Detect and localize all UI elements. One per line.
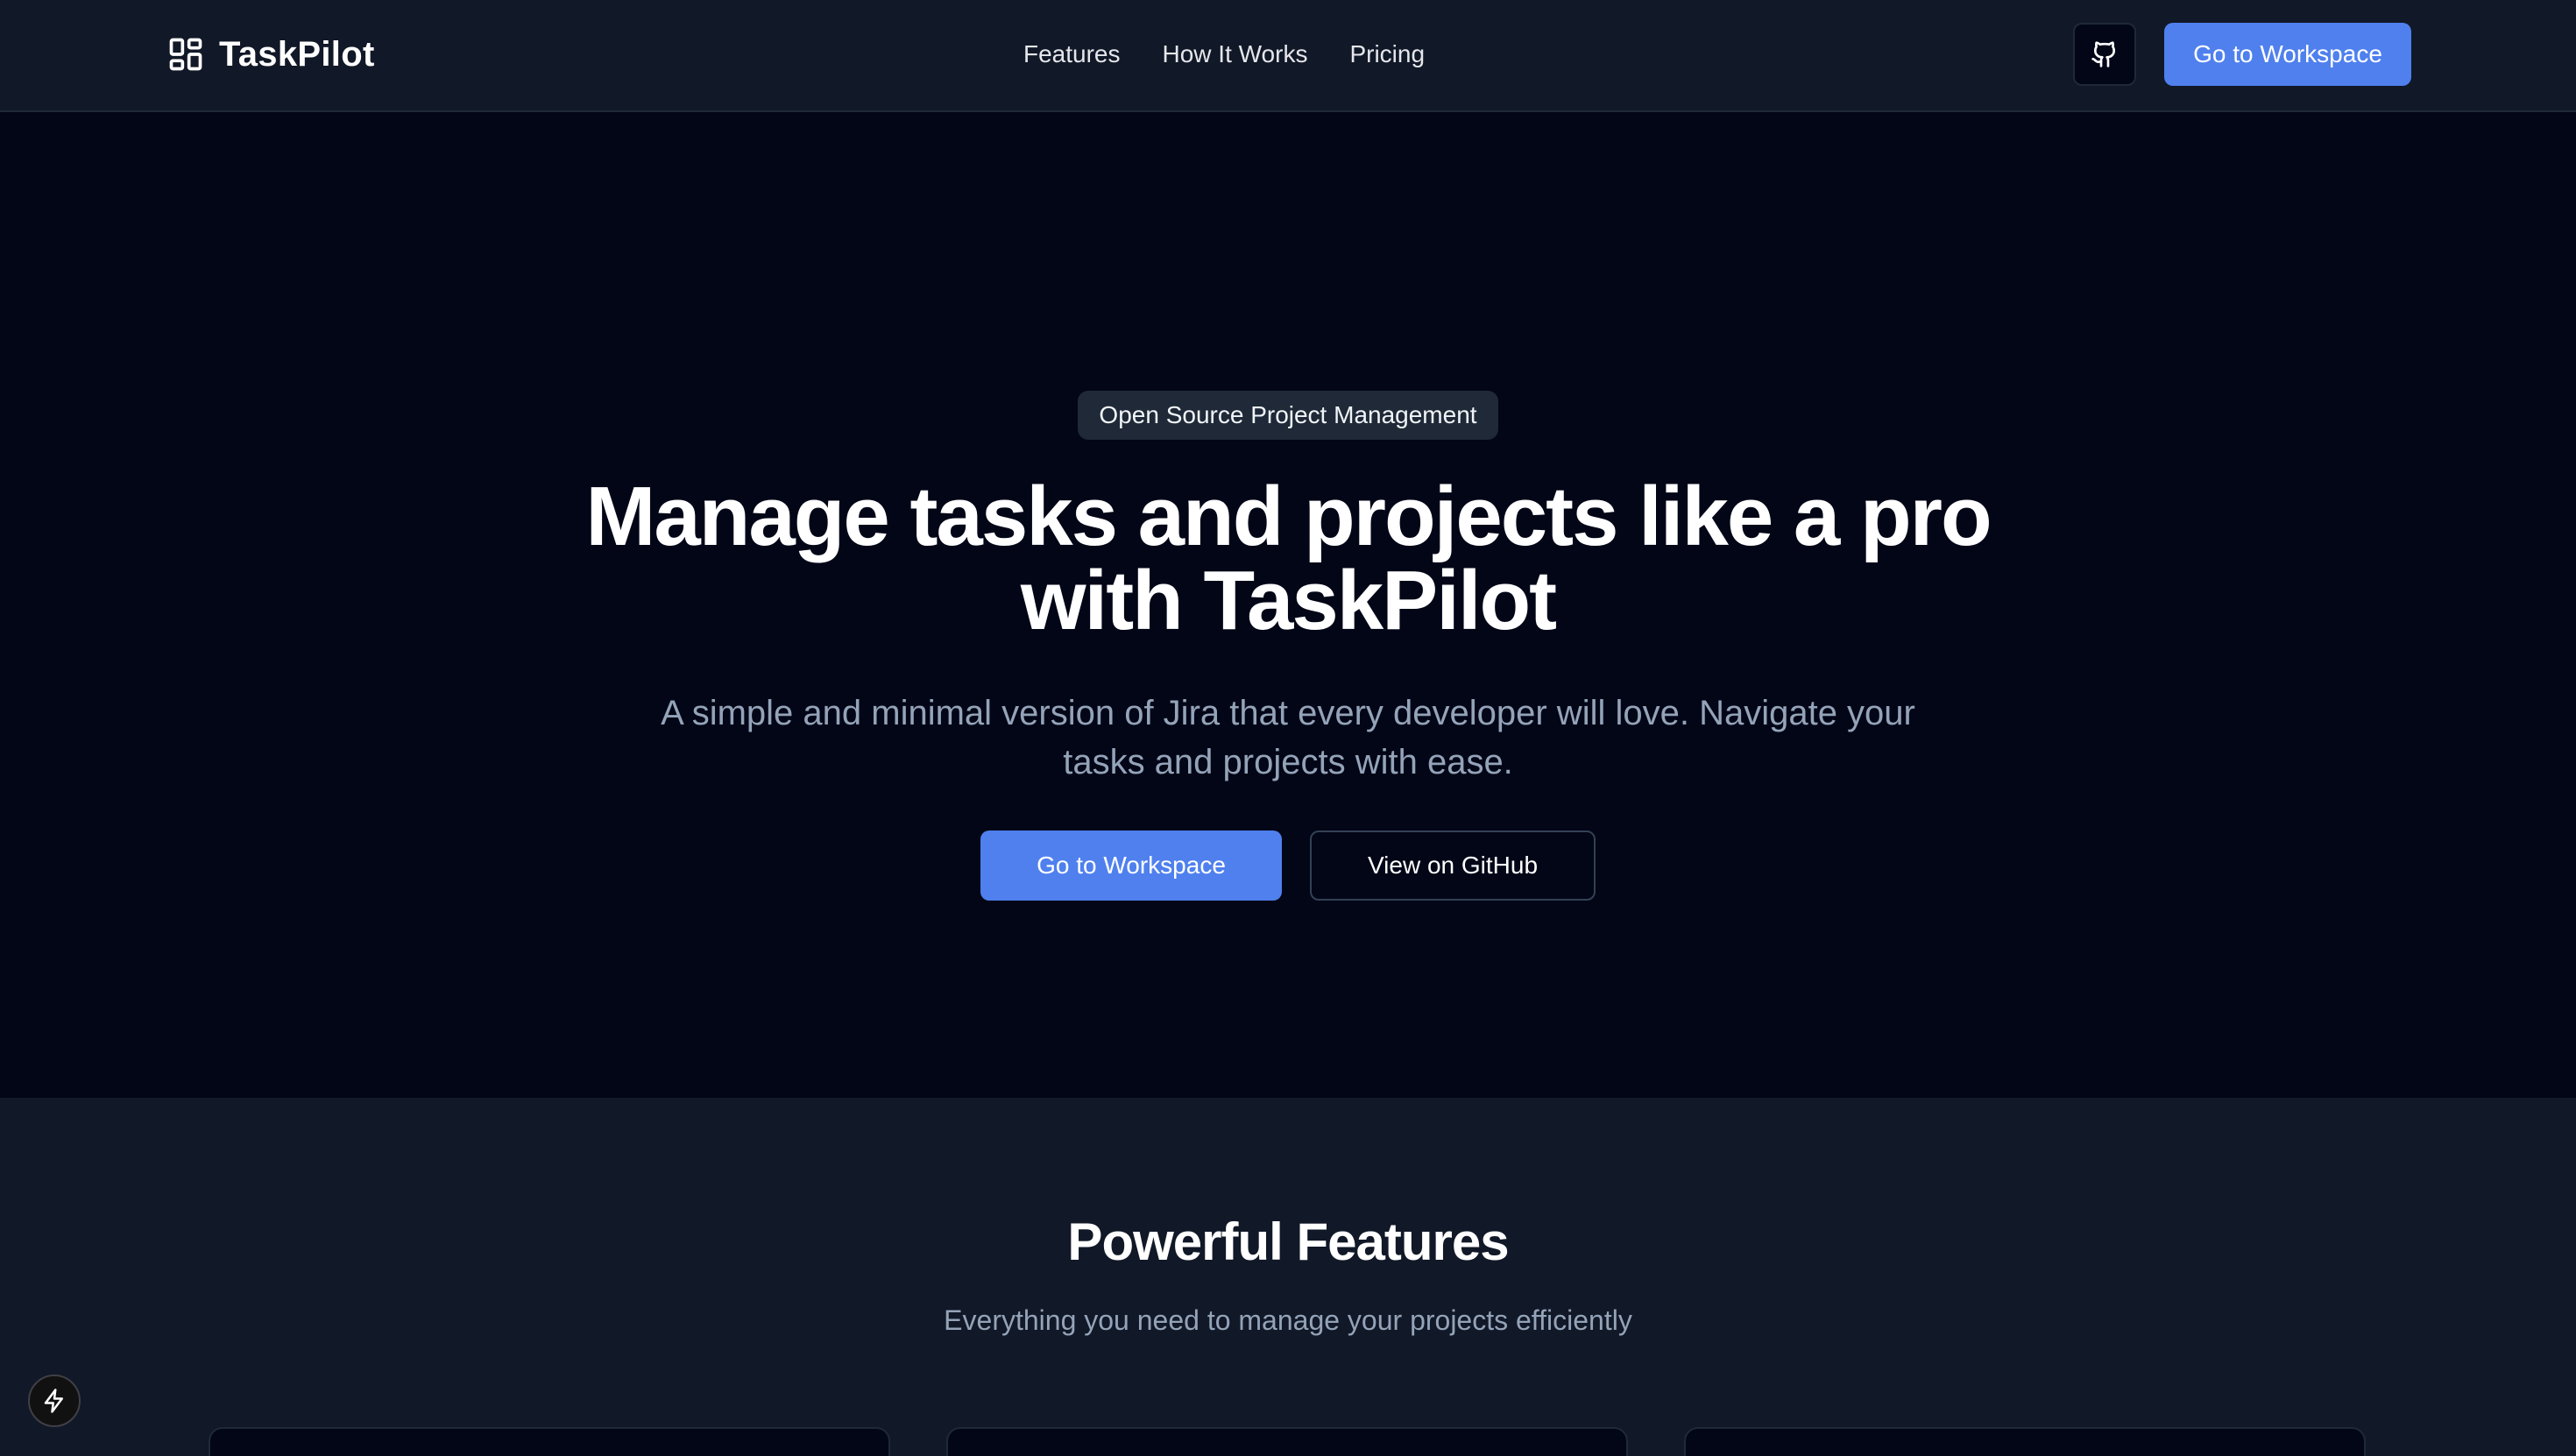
feature-card	[1684, 1427, 2366, 1456]
brand-name: TaskPilot	[219, 34, 375, 74]
layout-grid-icon	[169, 38, 202, 71]
feature-card	[209, 1427, 890, 1456]
github-button[interactable]	[2073, 23, 2136, 86]
brand-logo[interactable]: TaskPilot	[166, 32, 375, 77]
hero-title: Manage tasks and projects like a pro wit…	[412, 475, 2164, 643]
feature-card	[946, 1427, 1628, 1456]
go-to-workspace-button-header[interactable]: Go to Workspace	[2164, 23, 2411, 86]
nav-link-pricing[interactable]: Pricing	[1349, 40, 1425, 68]
main-nav: Features How It Works Pricing	[1023, 35, 1425, 74]
features-section: Powerful Features Everything you need to…	[0, 1098, 2576, 1456]
nav-link-features[interactable]: Features	[1023, 40, 1121, 68]
hero-badge: Open Source Project Management	[1078, 391, 1498, 440]
lightning-bolt-icon	[44, 1389, 63, 1413]
hero-subtitle: A simple and minimal version of Jira tha…	[661, 694, 1915, 781]
top-navbar: TaskPilot Features How It Works Pricing …	[0, 0, 2576, 112]
features-title: Powerful Features	[1067, 1212, 1509, 1271]
hero-actions: Go to Workspace View on GitHub	[980, 830, 1596, 901]
hero-section: Open Source Project Management Manage ta…	[0, 114, 2576, 1098]
hero-title-line-1: Manage tasks and projects like a pro	[585, 470, 1992, 563]
go-to-workspace-button[interactable]: Go to Workspace	[980, 830, 1282, 901]
features-subtitle: Everything you need to manage your proje…	[944, 1304, 1632, 1336]
floating-bolt-button[interactable]	[28, 1375, 81, 1427]
nav-link-how-it-works[interactable]: How It Works	[1163, 40, 1308, 68]
github-icon	[2091, 41, 2116, 67]
view-on-github-button[interactable]: View on GitHub	[1310, 830, 1596, 901]
hero-title-line-2: with TaskPilot	[1020, 554, 1557, 647]
